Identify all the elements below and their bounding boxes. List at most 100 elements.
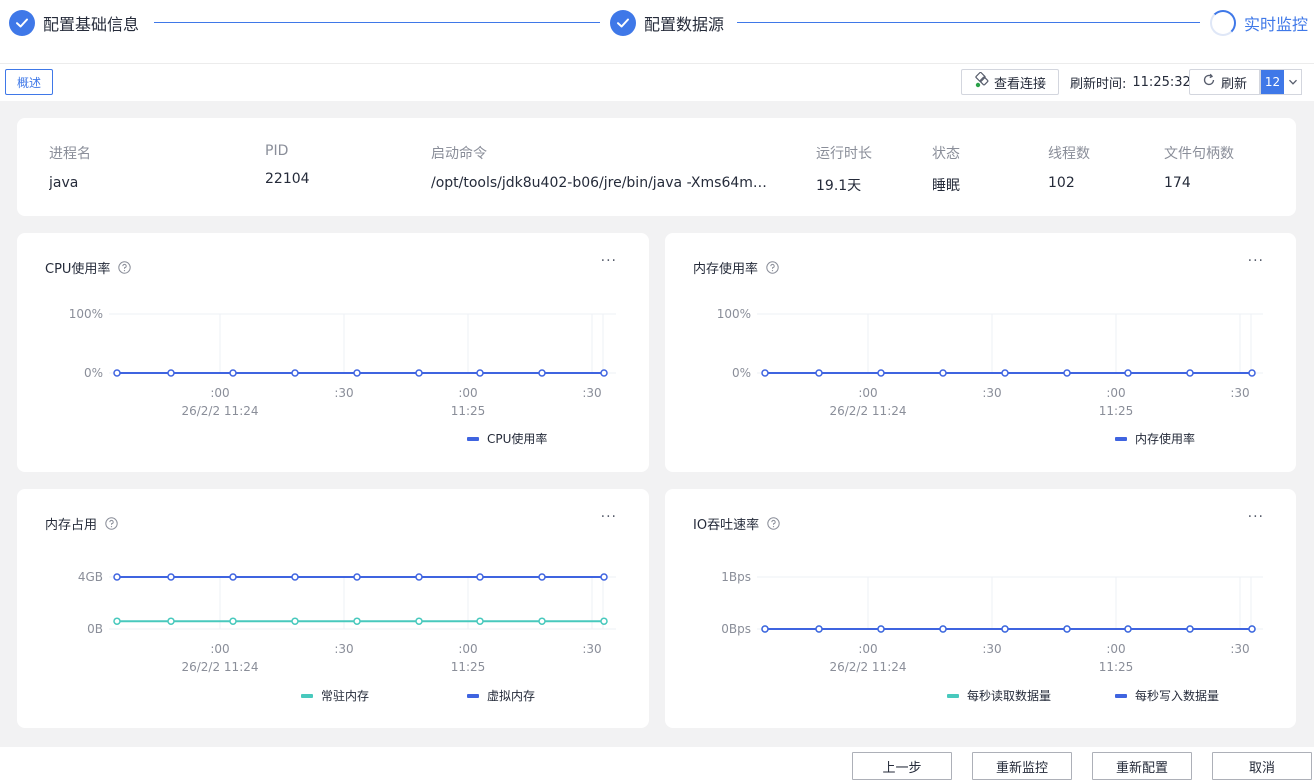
data-point [353,573,361,581]
data-point [476,617,484,625]
data-point [113,573,121,581]
legend-item[interactable]: 常驻内存 [301,687,369,704]
step-realtime-monitor: 实时监控 [1210,9,1308,37]
legend-item[interactable]: 内存使用率 [1115,430,1195,447]
uptime-column: 运行时长 19.1天 [816,143,916,195]
legend-item[interactable]: 每秒读取数据量 [947,687,1051,704]
data-point [1248,369,1256,377]
process-info-card: 进程名 java PID 22104 启动命令 /opt/tools/jdk8u… [17,118,1296,216]
data-point [815,625,823,633]
y-tick-label: 0B [87,622,103,636]
tab-overview[interactable]: 概述 [5,69,53,95]
legend-item[interactable]: 每秒写入数据量 [1115,687,1219,704]
legend-label: 每秒读取数据量 [967,689,1052,703]
data-point [353,617,361,625]
refresh-icon [1202,73,1216,91]
x-tick-label: :00 [1106,386,1125,400]
data-point [415,369,423,377]
data-point [291,573,299,581]
step-data-source: 配置数据源 [610,9,724,37]
data-point [1124,625,1132,633]
x-tick-label: :30 [334,642,353,656]
cancel-button[interactable]: 取消 [1212,752,1312,780]
x-tick-label: :00 [210,642,229,656]
step-label: 配置基础信息 [43,15,140,34]
x-tick-sublabel: 26/2/2 11:24 [829,660,906,674]
status-column: 状态 睡眠 [932,143,1032,195]
legend-swatch [1115,436,1127,441]
legend-label: 虚拟内存 [487,689,536,703]
y-tick-label: 4GB [78,570,103,584]
y-tick-label: 100% [717,307,751,321]
x-tick-label: :00 [458,642,477,656]
data-point [291,617,299,625]
data-point [1186,369,1194,377]
data-point [229,617,237,625]
column-header: 启动命令 [431,146,487,162]
data-point [815,369,823,377]
cpu-usage-chart: CPU使用率 ··· 100% 0%:00 26/2/2 11:24:30:00 11:2… [17,233,649,472]
refresh-time-value: 11:25:32 [1132,74,1191,90]
data-point [538,617,546,625]
data-point [113,617,121,625]
data-point [167,573,175,581]
x-tick-sublabel: 11:25 [451,660,486,674]
memory-footprint-chart: 内存占用 ··· 4GB 0B:00 26/2/2 11:24:30:00 11:25:3… [17,489,649,728]
column-value: /opt/tools/jdk8u402-b06/jre/bin/java -Xm… [431,175,771,191]
y-tick-label: 0% [84,366,103,380]
reconfigure-button[interactable]: 重新配置 [1092,752,1192,780]
check-circle-icon [610,10,636,36]
memory-usage-chart: 内存使用率 ··· 100% 0%:00 26/2/2 11:24:30:00 11:25… [665,233,1296,472]
x-tick-label: :30 [334,386,353,400]
view-connection-label: 查看连接 [993,76,1046,92]
connection-icon [974,71,990,92]
column-header: 进程名 [49,146,91,162]
view-connection-button[interactable]: 查看连接 [961,69,1059,95]
data-point [1001,625,1009,633]
data-point [761,369,769,377]
step-connector [737,22,1200,23]
column-value: java [49,175,79,191]
x-tick-label: :30 [582,642,601,656]
column-value: 102 [1048,175,1075,191]
column-value: 174 [1164,175,1191,191]
data-point [415,617,423,625]
io-throughput-chart: IO吞吐速率 ··· 1Bps 0Bps:00 26/2/2 11:24:30:00 11… [665,489,1296,728]
x-tick-label: :30 [982,642,1001,656]
legend-item[interactable]: CPU使用率 [467,430,547,447]
data-point [113,369,121,377]
data-point [476,369,484,377]
progress-stepper: 配置基础信息 配置数据源 实时监控 [0,0,1314,46]
data-point [600,617,608,625]
process-name-column: 进程名 java [49,143,229,191]
data-point [229,369,237,377]
restart-monitor-button[interactable]: 重新监控 [972,752,1072,780]
refresh-button[interactable]: 刷新 [1189,69,1260,95]
legend-label: 常驻内存 [321,689,370,703]
column-value: 19.1天 [816,178,862,194]
chart-plot: 100% 0%:00 26/2/2 11:24:30:00 11:25:30 [69,307,616,418]
data-point [291,369,299,377]
legend-swatch [947,693,959,698]
column-header: 线程数 [1048,146,1090,162]
column-value: 22104 [265,171,310,187]
refresh-interval-select[interactable]: 12 [1260,69,1302,95]
data-point [877,625,885,633]
x-tick-sublabel: 11:25 [451,404,486,418]
x-tick-sublabel: 11:25 [1099,660,1134,674]
column-header: 运行时长 [816,146,872,162]
x-tick-sublabel: 26/2/2 11:24 [181,404,258,418]
data-point [476,573,484,581]
data-point [353,369,361,377]
x-tick-label: :30 [582,386,601,400]
data-point [761,625,769,633]
refresh-time: 刷新时间: 11:25:32 [1070,69,1191,95]
x-tick-label: :00 [1106,642,1125,656]
x-tick-sublabel: 26/2/2 11:24 [181,660,258,674]
column-header: 状态 [932,146,960,162]
data-point [167,617,175,625]
legend-item[interactable]: 虚拟内存 [467,687,535,704]
step-basic-info: 配置基础信息 [9,9,139,37]
previous-step-button[interactable]: 上一步 [852,752,952,780]
start-command-column: 启动命令 /opt/tools/jdk8u402-b06/jre/bin/jav… [431,143,771,191]
